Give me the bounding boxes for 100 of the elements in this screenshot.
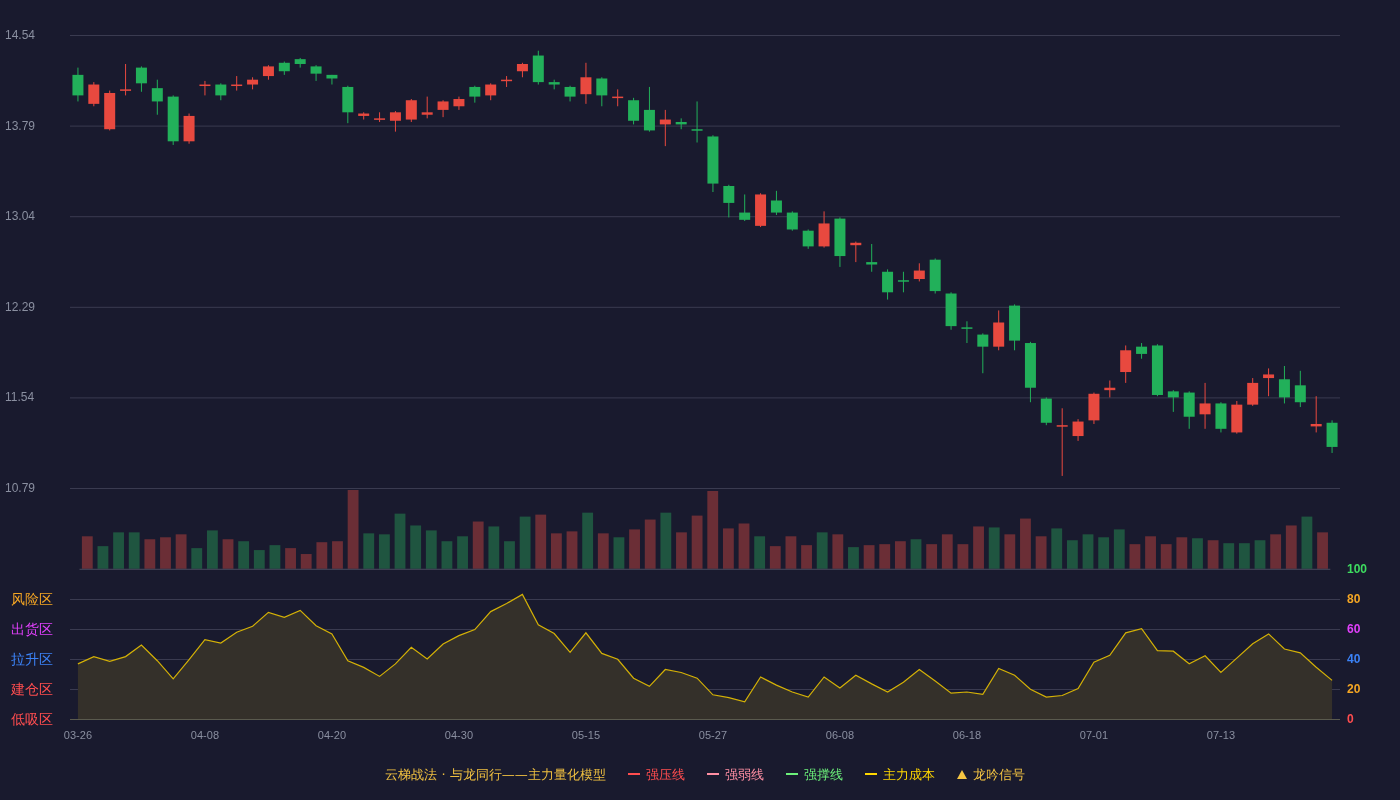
candle <box>691 100 703 143</box>
candle <box>1215 401 1227 433</box>
candle <box>1136 342 1148 360</box>
volume-bar <box>97 546 109 569</box>
zone-label: 低吸区 <box>11 710 53 727</box>
volume-bar <box>597 533 609 569</box>
candle <box>151 79 163 116</box>
volume-bar <box>191 548 203 569</box>
volume-bar <box>863 545 875 569</box>
volume-bar <box>1254 540 1266 569</box>
zone-label: 拉升区 <box>11 650 53 667</box>
axis-label: 14.54 <box>5 28 36 42</box>
volume-bar <box>1270 534 1282 569</box>
volume-bar <box>691 515 703 569</box>
volume-bar <box>1160 544 1172 569</box>
candle <box>183 113 195 145</box>
candle <box>929 258 941 294</box>
volume-bar <box>738 523 750 569</box>
volume-bar <box>269 545 281 569</box>
volume-bar <box>754 536 766 569</box>
legend-label: 强弱线 <box>724 765 764 784</box>
candle <box>1120 344 1132 384</box>
volume-bar <box>1317 532 1328 569</box>
candle <box>564 85 576 102</box>
candle <box>612 88 624 107</box>
axis-label: 11.54 <box>5 390 35 405</box>
volume-bar <box>160 537 171 569</box>
volume-bar <box>206 530 218 569</box>
volume-bar <box>332 541 343 569</box>
volume-bar <box>1238 543 1250 569</box>
volume-bar <box>926 544 938 569</box>
candle <box>818 210 830 249</box>
zone-label: 出货区 <box>11 620 53 637</box>
legend-title: 云梯战法 · 与龙同行——主力量化模型 <box>385 765 606 784</box>
candle <box>501 75 513 88</box>
candle <box>659 109 671 147</box>
candle <box>580 62 592 105</box>
axis-label: 06-08 <box>825 728 854 741</box>
candle <box>294 57 306 69</box>
volume-bar <box>1066 540 1078 569</box>
candle <box>1009 303 1021 351</box>
candle <box>596 76 608 107</box>
candle <box>1278 365 1290 404</box>
candle <box>516 62 528 78</box>
candle <box>1151 343 1163 397</box>
candle <box>247 76 259 90</box>
candle <box>231 75 243 92</box>
volume-bar <box>613 537 625 569</box>
volume-bar <box>550 533 562 569</box>
candle <box>1040 396 1052 426</box>
candle <box>628 97 640 125</box>
axis-label: 100 <box>1347 561 1368 576</box>
axis-label: 13.79 <box>5 118 36 133</box>
zone-label: 风险区 <box>11 590 53 607</box>
candle <box>135 65 147 93</box>
candle <box>945 291 957 331</box>
candle <box>1183 390 1195 430</box>
volume-bar <box>504 541 515 569</box>
candle <box>199 80 211 96</box>
axis-label: 0 <box>1347 711 1354 726</box>
volume-bar <box>1082 534 1094 569</box>
candle <box>1199 382 1211 430</box>
volume-bar <box>769 546 781 569</box>
candle <box>1072 418 1084 442</box>
candle <box>453 96 465 111</box>
axis-label: 20 <box>1347 681 1361 696</box>
volume-bar <box>879 544 891 569</box>
candle <box>104 90 116 131</box>
axis-label: 10.79 <box>5 481 36 495</box>
candle <box>469 85 481 104</box>
volume-bar <box>660 512 672 569</box>
axis-label: 07-13 <box>1206 728 1235 741</box>
volume-bar <box>519 516 531 569</box>
legend-label: 强撑线 <box>803 765 843 784</box>
volume-bar <box>1223 543 1235 569</box>
candle <box>88 81 100 107</box>
axis-label: 05-15 <box>571 728 600 741</box>
volume-bar <box>1301 516 1313 569</box>
volume-bar <box>238 541 250 569</box>
candle <box>882 268 894 301</box>
candle <box>1056 407 1068 477</box>
candle <box>120 63 132 96</box>
axis-label: 06-18 <box>952 728 981 741</box>
volume-bar <box>113 532 124 569</box>
volume-bar <box>222 539 234 569</box>
volume-bar <box>1285 525 1297 569</box>
volume-bar <box>1145 536 1156 569</box>
candle <box>1024 341 1036 403</box>
candle <box>358 111 370 121</box>
volume-bar <box>1035 536 1047 569</box>
volume-bar <box>644 519 656 569</box>
candle <box>643 86 655 133</box>
candle <box>802 229 814 250</box>
volume-bar <box>1020 518 1031 569</box>
candle <box>374 111 386 123</box>
axis-label: 04-20 <box>317 728 346 741</box>
candle <box>675 117 687 130</box>
candle <box>850 241 862 263</box>
volume-bar <box>378 534 390 569</box>
volume-bar <box>363 533 375 569</box>
